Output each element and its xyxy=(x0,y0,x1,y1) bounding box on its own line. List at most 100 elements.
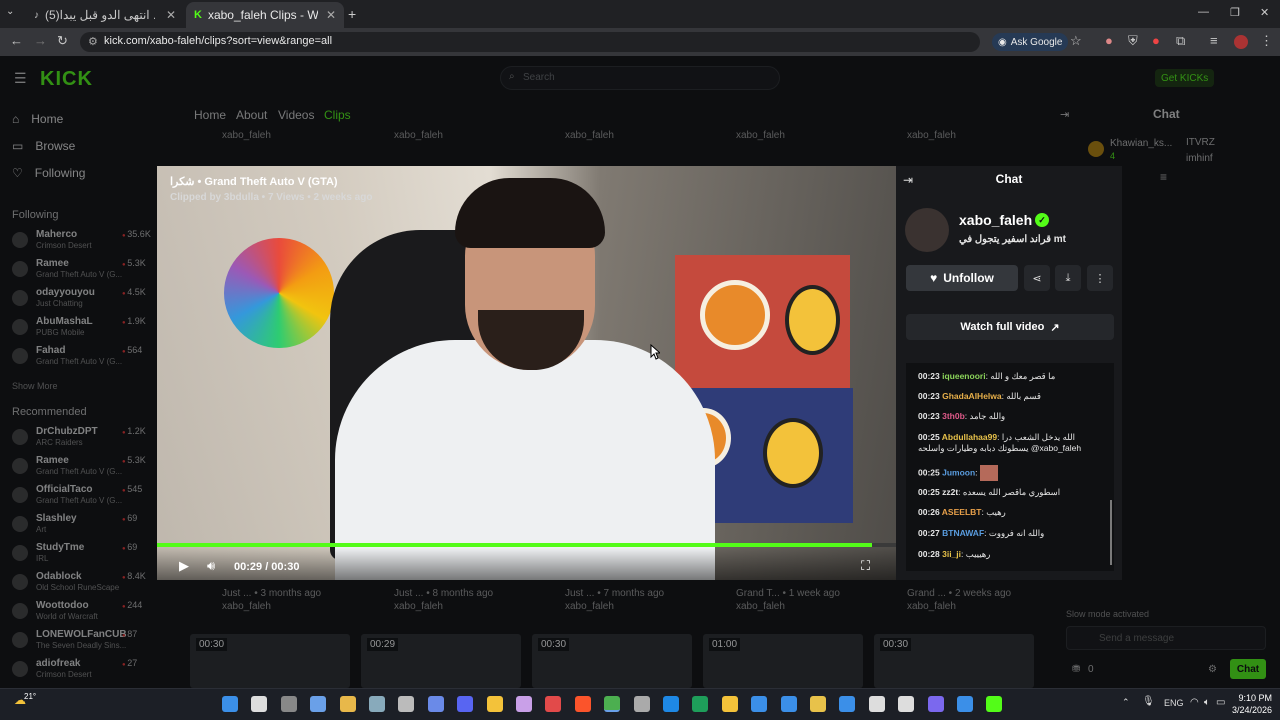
message-username[interactable]: iqueenoori xyxy=(942,371,985,381)
send-message-input[interactable]: Send a message xyxy=(1066,626,1266,650)
start-icon[interactable] xyxy=(222,696,238,712)
message-username[interactable]: 3th0b xyxy=(942,411,965,421)
app-icon[interactable] xyxy=(721,696,738,712)
share-icon[interactable]: ⋖ xyxy=(1024,265,1050,291)
sidebar-channel-lonewolfancub[interactable]: LONEWOLFanCUBThe Seven Deadly Sins... 87 xyxy=(12,629,162,657)
notepad-icon[interactable] xyxy=(839,696,856,712)
message-username[interactable]: ASEELBT xyxy=(942,507,982,517)
brave-icon[interactable] xyxy=(574,696,591,712)
sidebar-channel-adiofreak[interactable]: adiofreakCrimson Desert 27 xyxy=(12,658,162,686)
ask-google-button[interactable]: ◉ Ask Google xyxy=(992,33,1069,51)
app-icon[interactable] xyxy=(810,696,826,712)
url-field[interactable]: ⚙ kick.com/xabo-faleh/clips?sort=view&ra… xyxy=(80,32,980,52)
streamer-avatar[interactable] xyxy=(905,208,949,252)
wifi-icon[interactable]: ◠ xyxy=(1190,697,1199,708)
task-view-icon[interactable] xyxy=(280,696,297,712)
nav-home[interactable]: ⌂ Home xyxy=(12,112,63,126)
more-options-icon[interactable]: ⋮ xyxy=(1087,265,1113,291)
volume-icon[interactable]: 🔊︎ xyxy=(207,558,215,574)
play-icon[interactable]: ▶ xyxy=(179,558,189,574)
clip-thumbnail[interactable]: 01:00 xyxy=(703,634,863,688)
clip-channel[interactable]: xabo_faleh xyxy=(907,130,956,141)
obs-icon[interactable] xyxy=(633,696,650,712)
minimize-icon[interactable]: — xyxy=(1198,6,1209,18)
puzzle-icon[interactable]: ⧉ xyxy=(1176,33,1185,49)
message-username[interactable]: zz2t xyxy=(942,487,958,497)
battery-icon[interactable]: ▭ xyxy=(1216,697,1225,708)
extension-icon[interactable]: ● xyxy=(1105,33,1113,48)
message-username[interactable]: Jumoon xyxy=(942,467,975,477)
clip-channel[interactable]: xabo_faleh xyxy=(736,130,785,141)
clip-channel[interactable]: xabo_faleh xyxy=(736,601,785,612)
rockstar-icon[interactable] xyxy=(486,696,503,712)
sidebar-channel-fahad[interactable]: FahadGrand Theft Auto V (G... 564 xyxy=(12,345,162,373)
steam-icon[interactable] xyxy=(427,696,444,712)
speaker-icon[interactable]: 🔈︎ xyxy=(1204,697,1210,708)
microphone-icon[interactable]: 🎙︎ xyxy=(1142,696,1155,707)
leaderboard-user[interactable]: Khawian_ks... xyxy=(1110,138,1172,149)
leaderboard-user[interactable]: imhinf xyxy=(1186,153,1213,164)
xbox-game-bar-icon[interactable] xyxy=(663,696,679,712)
browser-tab-2[interactable]: K xabo_faleh Clips - Watch Live o ✕ xyxy=(186,2,344,28)
system-clock[interactable]: 9:10 PM 3/24/2026 xyxy=(1232,692,1272,716)
sidebar-channel-abumashal[interactable]: AbuMashaLPUBG Mobile 1.9K xyxy=(12,316,162,344)
language-indicator[interactable]: ENG xyxy=(1164,698,1184,708)
copilot-icon[interactable] xyxy=(310,696,327,712)
sidebar-channel-ramee[interactable]: RameeGrand Theft Auto V (G... 5.3K xyxy=(12,258,162,286)
browser-tab-1[interactable]: ♪ (5)انتهى الدو قبل يبدا .. faleh@ ✕ xyxy=(26,2,184,28)
capcut-icon[interactable] xyxy=(868,696,885,712)
clip-thumbnail[interactable]: 00:30 xyxy=(532,634,692,688)
store-icon[interactable] xyxy=(780,696,797,712)
profile-avatar[interactable] xyxy=(1234,35,1248,49)
clip-channel[interactable]: xabo_faleh xyxy=(394,601,443,612)
sidebar-channel-slashley[interactable]: SlashleyArt 69 xyxy=(12,513,162,541)
edge-icon[interactable] xyxy=(957,696,973,712)
epic-games-icon[interactable] xyxy=(398,696,415,712)
nvidia-icon[interactable] xyxy=(986,696,1003,712)
app-icon[interactable] xyxy=(516,696,532,712)
clip-channel[interactable]: xabo_faleh xyxy=(565,601,614,612)
watch-full-video-button[interactable]: Watch full video ↗ xyxy=(906,314,1114,340)
tab-home[interactable]: Home xyxy=(194,108,226,122)
close-tab-icon[interactable]: ✕ xyxy=(326,8,336,22)
adobe-icon[interactable] xyxy=(545,696,562,712)
file-explorer-icon[interactable] xyxy=(339,696,356,712)
restore-icon[interactable]: ❐ xyxy=(1230,6,1240,19)
leaderboard-user[interactable]: ITVRZ xyxy=(1186,137,1215,148)
tray-overflow-icon[interactable]: ⌃ xyxy=(1122,697,1130,708)
nav-following[interactable]: ♡ Following xyxy=(12,166,85,180)
chat-send-button[interactable]: Chat xyxy=(1230,659,1266,679)
back-icon[interactable]: ← xyxy=(10,33,23,48)
settings-icon[interactable] xyxy=(369,696,385,712)
clip-channel[interactable]: xabo_faleh xyxy=(222,130,271,141)
clip-channel[interactable]: xabo_faleh xyxy=(222,601,271,612)
nav-browse[interactable]: ▭ Browse xyxy=(12,139,75,153)
search-input[interactable]: ⌕ Search xyxy=(500,66,780,90)
fullscreen-icon[interactable]: ⛶ xyxy=(861,558,870,574)
search-icon[interactable] xyxy=(251,696,268,712)
kick-logo[interactable]: KICK xyxy=(40,68,93,91)
teams-icon[interactable] xyxy=(927,696,944,712)
menu-kebab-icon[interactable]: ⋮ xyxy=(1260,33,1273,49)
sidebar-channel-drchubzdpt[interactable]: DrChubzDPTARC Raiders 1.2K xyxy=(12,426,162,454)
download-icon[interactable]: ⤓ xyxy=(1055,265,1081,291)
close-tab-icon[interactable]: ✕ xyxy=(166,8,176,22)
message-username[interactable]: BTNAWAF xyxy=(942,528,984,538)
excel-icon[interactable] xyxy=(692,696,709,712)
message-username[interactable]: GhadaAlHelwa xyxy=(942,391,1002,401)
clip-thumbnail[interactable]: 00:30 xyxy=(874,634,1034,688)
get-kicks-button[interactable]: Get KICKs xyxy=(1155,69,1215,87)
unfollow-button[interactable]: ♥ Unfollow xyxy=(906,265,1018,291)
tab-search-icon[interactable]: ⌄ xyxy=(6,6,14,17)
capcut-icon[interactable] xyxy=(898,696,915,712)
clip-channel[interactable]: xabo_faleh xyxy=(907,601,956,612)
sidebar-channel-odayyouyou[interactable]: odayyouyouJust Chatting 4.5K xyxy=(12,287,162,315)
photos-icon[interactable] xyxy=(751,696,768,712)
message-username[interactable]: Abdullahaa99 xyxy=(942,432,997,442)
tab-clips[interactable]: Clips xyxy=(324,108,351,122)
sidebar-channel-maherco[interactable]: MahercoCrimson Desert 35.6K xyxy=(12,229,162,257)
close-window-icon[interactable]: ✕ xyxy=(1260,6,1269,19)
site-info-icon[interactable]: ⚙ xyxy=(88,35,98,48)
clip-channel[interactable]: xabo_faleh xyxy=(394,130,443,141)
extension-icon[interactable]: ● xyxy=(1152,33,1160,48)
